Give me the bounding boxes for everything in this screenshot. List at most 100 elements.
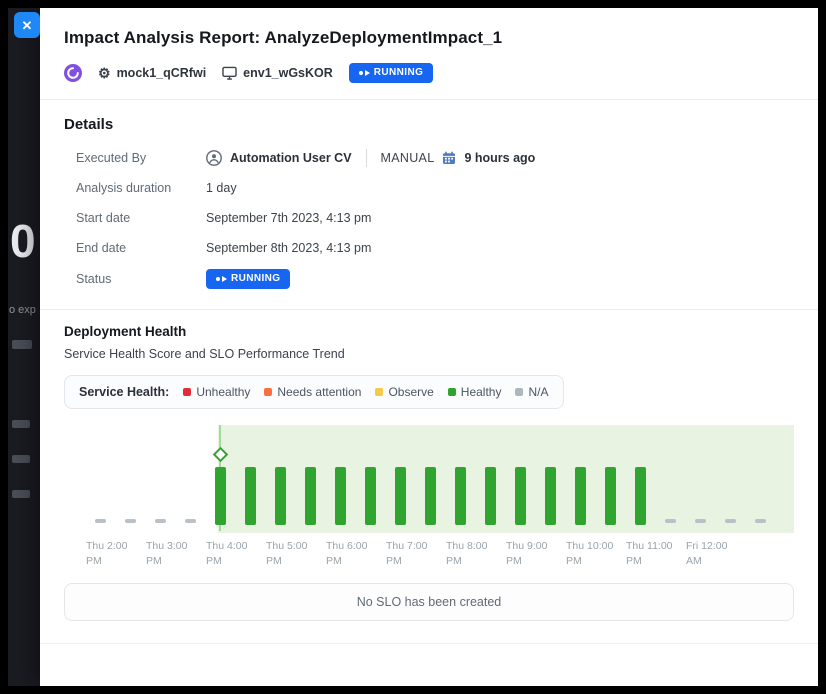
legend-item: N/A <box>515 385 548 399</box>
axis-tick-label: Thu 6:00PM <box>326 539 367 568</box>
axis-tick-label: Thu 10:00PM <box>566 539 613 568</box>
health-score-chart: Thu 2:00PMThu 3:00PMThu 4:00PMThu 5:00PM… <box>64 425 794 573</box>
health-bar[interactable] <box>635 467 646 525</box>
status-badge: RUNNING <box>206 269 290 289</box>
chart-x-axis: Thu 2:00PMThu 3:00PMThu 4:00PMThu 5:00PM… <box>64 539 794 573</box>
detail-value: September 8th 2023, 4:13 pm <box>206 239 371 257</box>
health-bar[interactable] <box>275 467 286 525</box>
occluded-icon <box>12 340 32 349</box>
health-bar[interactable] <box>545 467 556 525</box>
deployment-health-section: Deployment Health Service Health Score a… <box>40 310 818 621</box>
na-dash <box>185 519 196 523</box>
details-section: Details Executed By Automation User CV M… <box>40 100 818 309</box>
details-heading: Details <box>64 116 794 133</box>
occluded-icon <box>12 455 30 463</box>
axis-tick-label: Thu 2:00PM <box>86 539 127 568</box>
service-name: mock1_qCRfwi <box>117 66 207 80</box>
na-dash <box>665 519 676 523</box>
legend-item: Healthy <box>448 385 502 399</box>
detail-value: September 7th 2023, 4:13 pm <box>206 209 371 227</box>
detail-label: End date <box>76 239 206 257</box>
no-slo-banner: No SLO has been created <box>64 583 794 621</box>
executed-by-user: Automation User CV <box>230 149 352 167</box>
health-bar[interactable] <box>575 467 586 525</box>
detail-label: Status <box>76 270 206 288</box>
service-link[interactable]: ⚙ mock1_qCRfwi <box>98 66 206 80</box>
health-bar[interactable] <box>605 467 616 525</box>
legend-item: Observe <box>375 385 433 399</box>
detail-row-status: Status RUNNING <box>76 269 794 289</box>
detail-label: Executed By <box>76 149 206 167</box>
trigger-type: MANUAL <box>381 149 435 167</box>
health-bar[interactable] <box>425 467 436 525</box>
close-icon: ✕ <box>22 19 33 32</box>
service-health-legend: Service Health: Unhealthy Needs attention… <box>64 375 564 409</box>
detail-label: Analysis duration <box>76 179 206 197</box>
legend-swatch-icon <box>375 388 383 396</box>
detail-value: Automation User CV MANUAL 9 hours ago <box>206 149 535 167</box>
detail-label: Start date <box>76 209 206 227</box>
user-avatar-icon <box>206 150 222 166</box>
legend-swatch-icon <box>264 388 272 396</box>
vertical-divider <box>366 149 367 167</box>
legend-swatch-icon <box>183 388 191 396</box>
na-dash <box>125 519 136 523</box>
health-bar[interactable] <box>305 467 316 525</box>
axis-tick-label: Thu 11:00PM <box>626 539 673 568</box>
environment-link[interactable]: env1_wGsKOR <box>222 66 333 80</box>
health-bar[interactable] <box>245 467 256 525</box>
axis-tick-label: Thu 5:00PM <box>266 539 307 568</box>
na-dash <box>755 519 766 523</box>
detail-row-executed-by: Executed By Automation User CV MANUAL 9 … <box>76 149 794 167</box>
na-dash <box>725 519 736 523</box>
axis-tick-label: Thu 9:00PM <box>506 539 547 568</box>
environment-name: env1_wGsKOR <box>243 66 333 80</box>
legend-item: Needs attention <box>264 385 361 399</box>
occluded-icon <box>12 420 30 428</box>
health-bar[interactable] <box>335 467 346 525</box>
chart-subtitle: Service Health Score and SLO Performance… <box>64 347 794 361</box>
executed-time: 9 hours ago <box>464 149 535 167</box>
legend-title: Service Health: <box>79 385 169 399</box>
occluded-metric-value: 0 <box>10 214 36 268</box>
health-bar[interactable] <box>515 467 526 525</box>
health-bar[interactable] <box>455 467 466 525</box>
monitor-icon <box>222 66 237 80</box>
na-dash <box>695 519 706 523</box>
health-bar[interactable] <box>395 467 406 525</box>
axis-tick-label: Thu 7:00PM <box>386 539 427 568</box>
status-badge: RUNNING <box>349 63 433 83</box>
gear-icon: ⚙ <box>98 66 111 80</box>
occluded-text: o exp <box>9 304 36 316</box>
legend-swatch-icon <box>448 388 456 396</box>
footer-divider <box>40 643 818 644</box>
modal-title: Impact Analysis Report: AnalyzeDeploymen… <box>64 28 794 48</box>
status-badge-label: RUNNING <box>231 273 280 285</box>
running-indicator-icon <box>359 71 363 75</box>
legend-items: Unhealthy Needs attention Observe Healthy N/… <box>183 385 548 399</box>
health-bar[interactable] <box>485 467 496 525</box>
occluded-icon <box>12 490 30 498</box>
detail-value: RUNNING <box>206 269 290 289</box>
na-dash <box>95 519 106 523</box>
health-bar[interactable] <box>365 467 376 525</box>
axis-tick-label: Thu 3:00PM <box>146 539 187 568</box>
health-bar[interactable] <box>215 467 226 525</box>
detail-row-end-date: End date September 8th 2023, 4:13 pm <box>76 239 794 257</box>
detail-row-start-date: Start date September 7th 2023, 4:13 pm <box>76 209 794 227</box>
axis-tick-label: Fri 12:00AM <box>686 539 727 568</box>
axis-tick-label: Thu 8:00PM <box>446 539 487 568</box>
chart-plot-area <box>64 425 794 533</box>
na-dash <box>155 519 166 523</box>
impact-analysis-modal: Impact Analysis Report: AnalyzeDeploymen… <box>40 8 818 686</box>
meta-row: ⚙ mock1_qCRfwi env1_wGsKOR RUNNING <box>64 63 794 83</box>
calendar-icon <box>442 151 456 165</box>
legend-item: Unhealthy <box>183 385 250 399</box>
legend-swatch-icon <box>515 388 523 396</box>
detail-row-duration: Analysis duration 1 day <box>76 179 794 197</box>
detail-value: 1 day <box>206 179 237 197</box>
close-button[interactable]: ✕ <box>14 12 40 38</box>
service-logo-icon <box>64 64 82 82</box>
deployment-health-heading: Deployment Health <box>64 324 794 339</box>
modal-header: Impact Analysis Report: AnalyzeDeploymen… <box>40 8 818 99</box>
